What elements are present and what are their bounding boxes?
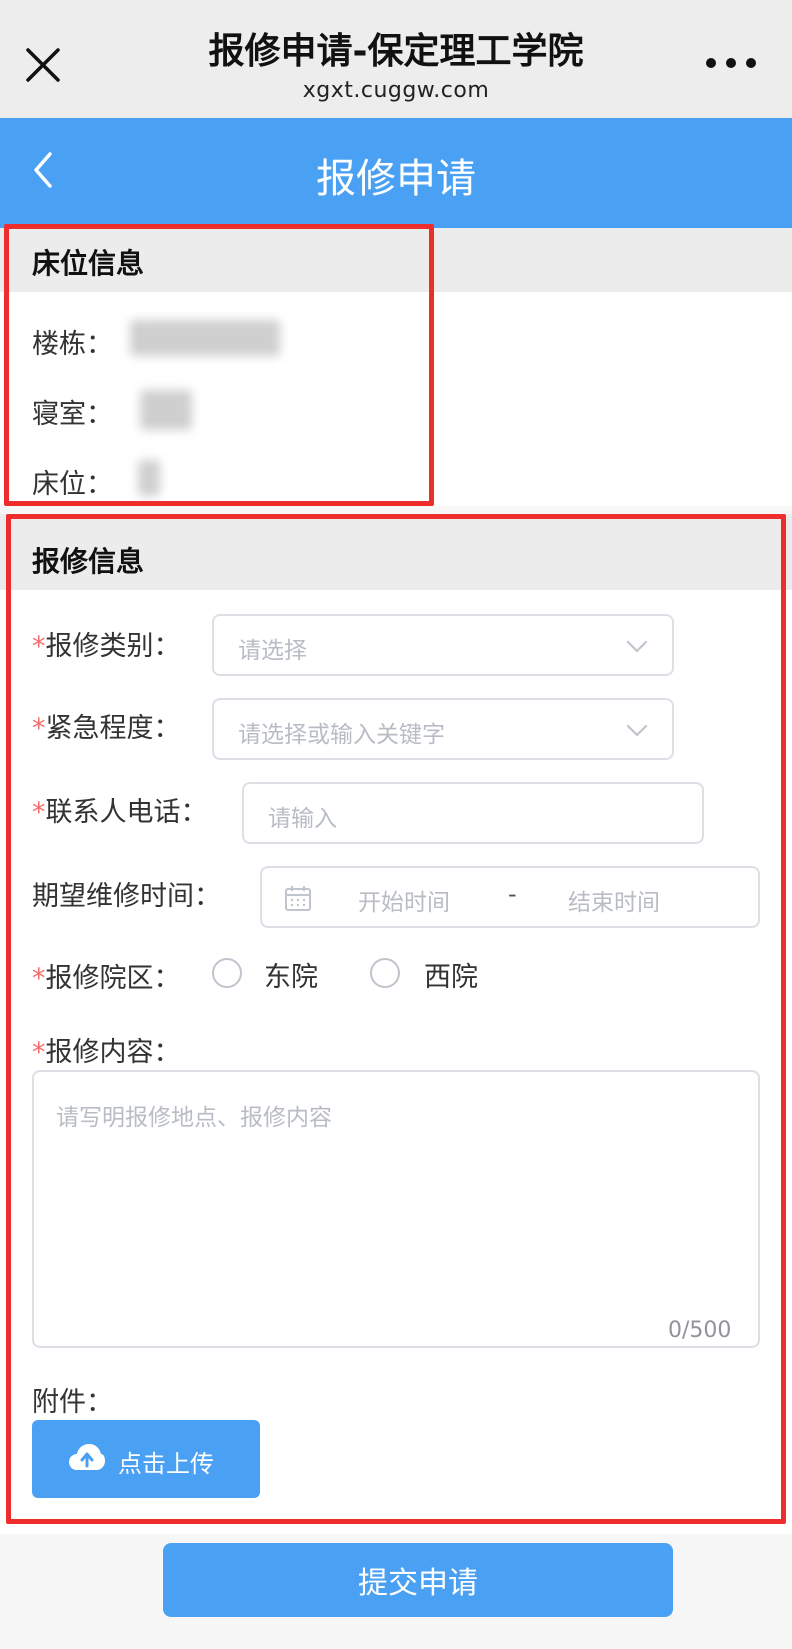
browser-url: xgxt.cuggw.com — [302, 78, 490, 103]
highlight-frame-bed-info — [4, 224, 434, 506]
submit-button-label[interactable]: 提交申请 — [163, 1558, 673, 1602]
page-title: 报修申请 — [316, 156, 476, 202]
highlight-frame-repair-info — [6, 514, 786, 1524]
browser-title: 报修申请-保定理工学院 — [208, 31, 584, 72]
more-icon[interactable] — [706, 58, 756, 72]
